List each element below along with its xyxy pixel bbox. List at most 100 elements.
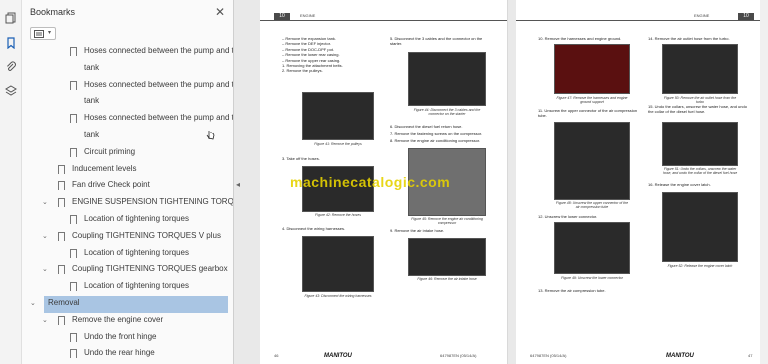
bookmark-icon [58, 231, 65, 244]
bookmark-item[interactable]: tank [22, 128, 228, 145]
bookmark-icon [58, 181, 65, 194]
step-text: 11. Unscrew the upper connector of the a… [538, 108, 638, 119]
bookmark-label: tank [84, 96, 100, 106]
bookmark-item[interactable]: Location of tightening torques [22, 212, 228, 229]
bookmark-item[interactable]: Hoses connected between the pump and the [22, 78, 233, 95]
step-text: 16. Release the engine cover latch. [648, 182, 711, 187]
bookmark-icon [70, 248, 77, 261]
step-line: 2. Remove the pulleys. [282, 68, 323, 74]
bookmark-item[interactable]: Circuit priming [22, 145, 228, 162]
figure-caption: Figure 44: Disconnect the 3 cables and t… [413, 108, 481, 116]
collapse-panel-icon[interactable]: ◂ [236, 180, 240, 189]
bookmark-item[interactable]: tank [22, 94, 228, 111]
bookmark-label: Coupling TIGHTENING TORQUES V plus [72, 230, 221, 240]
page-number: 47 [748, 353, 753, 358]
page-header-text: ENGINE [300, 13, 316, 18]
page-number: 46 [274, 353, 279, 358]
bookmark-item[interactable]: tank [22, 61, 228, 78]
section-tab: 10 [274, 13, 290, 20]
bookmark-item[interactable]: ⌄ Coupling TIGHTENING TORQUES V plus [22, 229, 228, 246]
page-47: ENGINE 10 10. Remove the harnesses and e… [516, 0, 768, 364]
bookmark-label: Hoses connected between the pump and the [84, 46, 234, 55]
step-text: 9. Remove the air intake hose. [390, 228, 445, 233]
step-text: 15. Undo the collars, unscrew the water … [648, 104, 747, 115]
bookmark-item[interactable]: Location of tightening torques [22, 279, 228, 296]
bookmark-options-button[interactable]: ▾ [30, 27, 56, 40]
document-scrollbar[interactable] [760, 0, 768, 364]
figure-caption: Figure 47: Remove the harnesses and engi… [556, 96, 628, 104]
figure-caption: Figure 43: Disconnect the wiring harness… [304, 294, 372, 298]
step-list: – Remove the expansion tank. – Remove the… [282, 36, 382, 74]
bookmark-icon [70, 114, 77, 127]
attachment-icon[interactable] [5, 61, 17, 73]
bookmark-label: Fan drive Check point [72, 180, 150, 190]
bookmark-label: Hoses connected between the pump and the [84, 79, 234, 89]
bookmark-icon [70, 282, 77, 295]
document-view[interactable]: ◂ 10 ENGINE – Remove the expansion tank.… [234, 0, 768, 364]
bookmark-item[interactable]: Inducement levels [22, 162, 228, 179]
page-header-text: ENGINE [694, 13, 710, 18]
figure-46-image [408, 238, 486, 276]
chevron-down-icon[interactable]: ⌄ [42, 233, 50, 241]
figure-47-image [554, 44, 630, 94]
step-text: 6. Disconnect the diesel fuel return hos… [390, 124, 463, 129]
bookmark-item[interactable]: Hoses connected between the pump and the [22, 111, 233, 128]
manitou-logo: MANITOU [324, 353, 352, 359]
bookmark-label: Remove the engine cover [72, 314, 164, 324]
bookmark-label: Coupling TIGHTENING TORQUES gearbox [72, 264, 228, 274]
footer-code: 647987EN (05/14/A) [530, 353, 567, 358]
bookmark-item[interactable]: ⌄ Coupling TIGHTENING TORQUES gearbox [22, 262, 228, 279]
steps-column-1: – Remove the expansion tank. – Remove the… [282, 36, 382, 74]
bookmark-item[interactable]: Undo the rear hinge [22, 346, 228, 363]
bookmark-item[interactable]: ⌄ ENGINE SUSPENSION TIGHTENING TORQUES [22, 195, 233, 212]
figure-49-image [554, 222, 630, 274]
mouse-cursor-icon [206, 131, 215, 140]
step-text: 7. Remove the fastening screws on the co… [390, 131, 483, 136]
footer-code: 647987EN (05/14/A) [440, 353, 477, 358]
bookmark-label: tank [84, 62, 100, 72]
bookmark-icon[interactable] [5, 37, 17, 49]
bookmark-label: Inducement levels [72, 163, 137, 173]
step-text: 14. Remove the air outlet hose from the … [648, 36, 730, 41]
bookmark-icon [70, 47, 77, 59]
figure-51-image [662, 122, 738, 166]
bookmark-item[interactable]: Undo the front hinge [22, 330, 228, 347]
layers-icon[interactable] [5, 85, 17, 97]
figure-caption: Figure 42: Remove the hoses [315, 213, 361, 217]
bookmark-label: Hoses connected between the pump and the [84, 113, 234, 123]
step-text: 12. Unscrew the lower connector. [538, 214, 598, 219]
bookmark-tree: Hoses connected between the pump and the… [22, 44, 233, 364]
bookmark-item[interactable]: ⌄ Remove the engine cover [22, 313, 228, 330]
panel-title: Bookmarks [30, 7, 76, 17]
step-text: 10. Remove the harnesses and engine grou… [538, 36, 622, 41]
bookmark-icon [58, 265, 65, 278]
bookmark-icon [70, 332, 77, 345]
chevron-down-icon[interactable]: ⌄ [42, 317, 50, 325]
bookmark-item[interactable]: Hoses connected between the pump and the [22, 44, 233, 61]
manitou-logo: MANITOU [666, 353, 694, 359]
chevron-down-icon[interactable]: ⌄ [42, 199, 50, 207]
close-icon[interactable]: ✕ [215, 5, 225, 19]
left-tool-rail [0, 0, 22, 364]
figure-caption: Figure 46: Remove the air intake hose [417, 277, 477, 281]
chevron-down-icon[interactable]: ⌄ [30, 300, 38, 308]
bookmark-label: Undo the rear hinge [84, 348, 155, 358]
bookmark-icon [58, 198, 65, 211]
bookmark-item[interactable]: Location of tightening torques [22, 246, 228, 263]
page-header-rule [516, 12, 768, 21]
figure-44-image [408, 52, 486, 106]
figure-caption: Figure 49: Unscrew the lower connector [561, 276, 623, 280]
chevron-down-icon: ▾ [48, 30, 52, 36]
figure-caption: Figure 50: Remove the air outlet hose fr… [663, 96, 737, 104]
bookmark-icon [70, 80, 77, 93]
bookmark-item[interactable]: ⌄ Removal [30, 296, 228, 313]
bookmark-icon [58, 164, 65, 177]
section-tab: 10 [738, 13, 754, 20]
chevron-down-icon[interactable]: ⌄ [42, 266, 50, 274]
bookmark-item[interactable]: Fan drive Check point [22, 178, 228, 195]
bookmark-icon [70, 147, 77, 160]
figure-caption: Figure 51: Undo the collars, unscrew the… [662, 167, 738, 175]
figure-50-image [662, 44, 738, 94]
pages-icon[interactable] [5, 12, 17, 24]
bookmark-icon [58, 315, 65, 328]
